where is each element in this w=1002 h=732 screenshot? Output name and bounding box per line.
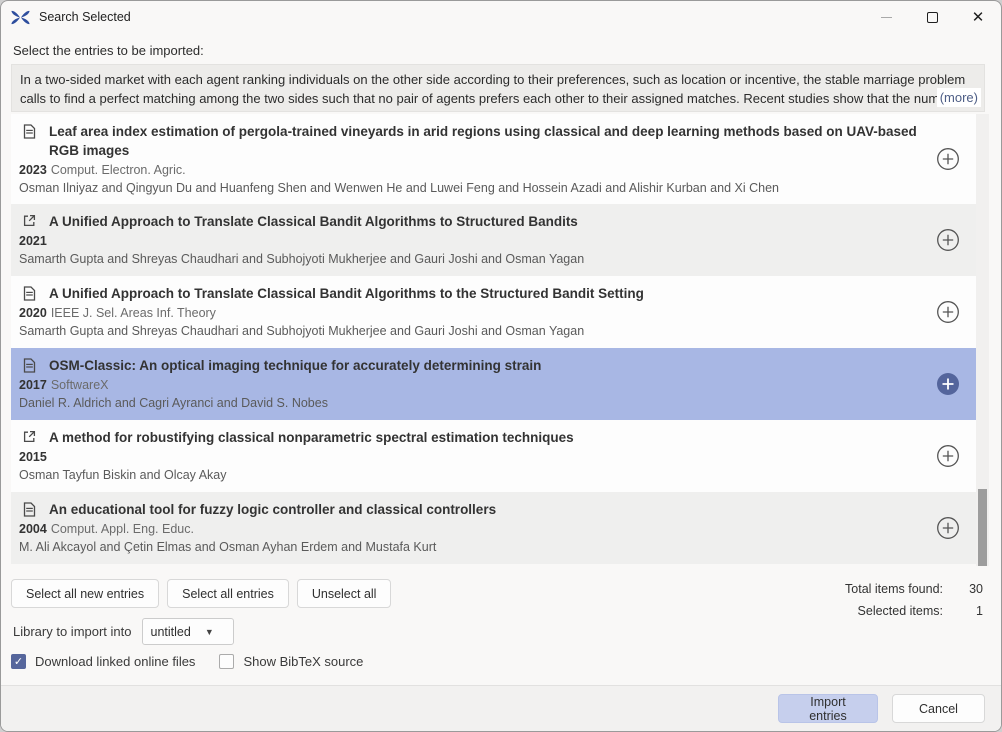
entry-row[interactable]: A Unified Approach to Translate Classica…	[11, 276, 977, 348]
entry-details: OSM-Classic: An optical imaging techniqu…	[11, 356, 935, 412]
entry-journal: Comput. Electron. Agric.	[51, 163, 186, 177]
minimize-icon	[881, 17, 892, 18]
entry-journal: SoftwareX	[51, 378, 109, 392]
entry-title: An educational tool for fuzzy logic cont…	[49, 500, 496, 519]
instruction-label: Select the entries to be imported:	[13, 43, 204, 58]
entry-title: Leaf area index estimation of pergola-tr…	[49, 122, 925, 160]
entry-details: A Unified Approach to Translate Classica…	[11, 212, 935, 268]
entry-journal: Comput. Appl. Eng. Educ.	[51, 522, 194, 536]
entry-row[interactable]: An educational tool for fuzzy logic cont…	[11, 492, 977, 564]
entry-meta: 2017 SoftwareX	[19, 376, 925, 394]
entry-year: 2021	[19, 234, 47, 248]
entry-authors: Samarth Gupta and Shreyas Chaudhari and …	[19, 322, 925, 340]
entry-meta: 2015	[19, 448, 925, 466]
search-selected-dialog: Search Selected ✕ Select the entries to …	[0, 0, 1002, 732]
scrollbar-thumb[interactable]	[978, 489, 987, 566]
show-bibtex-source-option[interactable]: Show BibTeX source	[219, 654, 363, 669]
entry-list: Leaf area index estimation of pergola-tr…	[11, 114, 977, 566]
file-text-icon	[23, 358, 39, 373]
entry-details: An educational tool for fuzzy logic cont…	[11, 500, 935, 556]
entry-details: Leaf area index estimation of pergola-tr…	[11, 122, 935, 197]
maximize-button[interactable]	[909, 1, 955, 33]
result-stats: Total items found: 30 Selected items: 1	[845, 578, 983, 622]
file-text-icon	[23, 286, 39, 301]
abstract-preview: In a two-sided market with each agent ra…	[11, 64, 985, 112]
show-bibtex-source-checkbox[interactable]	[219, 654, 234, 669]
dialog-footer: Import entries Cancel	[1, 685, 1001, 731]
entry-row[interactable]: A method for robustifying classical nonp…	[11, 420, 977, 492]
abstract-text: In a two-sided market with each agent ra…	[20, 72, 972, 112]
entry-authors: Samarth Gupta and Shreyas Chaudhari and …	[19, 250, 925, 268]
cancel-button[interactable]: Cancel	[892, 694, 985, 723]
chevron-down-icon: ▼	[205, 627, 214, 637]
entry-details: A method for robustifying classical nonp…	[11, 428, 935, 484]
file-text-icon	[23, 124, 39, 139]
selected-items-value: 1	[965, 600, 983, 622]
entry-authors: Osman Ilniyaz and Qingyun Du and Huanfen…	[19, 179, 925, 197]
import-entries-button[interactable]: Import entries	[778, 694, 878, 723]
select-all-new-entries-button[interactable]: Select all new entries	[11, 579, 159, 608]
external-link-icon	[23, 214, 39, 227]
entry-year: 2015	[19, 450, 47, 464]
entry-meta: 2004 Comput. Appl. Eng. Educ.	[19, 520, 925, 538]
entry-authors: Daniel R. Aldrich and Cagri Ayranci and …	[19, 394, 925, 412]
entry-meta: 2023 Comput. Electron. Agric.	[19, 161, 925, 179]
entry-year: 2020	[19, 306, 47, 320]
entry-journal: IEEE J. Sel. Areas Inf. Theory	[51, 306, 216, 320]
entry-row[interactable]: OSM-Classic: An optical imaging techniqu…	[11, 348, 977, 420]
entry-meta: 2021	[19, 232, 925, 250]
entry-title: A Unified Approach to Translate Classica…	[49, 284, 644, 303]
title-bar: Search Selected ✕	[1, 1, 1001, 33]
library-selected-value: untitled	[151, 625, 191, 639]
add-entry-button[interactable]	[935, 146, 961, 172]
library-label: Library to import into	[13, 624, 132, 639]
entry-meta: 2020 IEEE J. Sel. Areas Inf. Theory	[19, 304, 925, 322]
remove-entry-button[interactable]	[935, 371, 961, 397]
download-linked-files-option[interactable]: ✓ Download linked online files	[11, 654, 195, 669]
file-text-icon	[23, 502, 39, 517]
close-icon: ✕	[972, 10, 985, 25]
entry-row[interactable]: Leaf area index estimation of pergola-tr…	[11, 114, 977, 204]
unselect-all-button[interactable]: Unselect all	[297, 579, 392, 608]
entry-title: A method for robustifying classical nonp…	[49, 428, 574, 447]
entry-title: OSM-Classic: An optical imaging techniqu…	[49, 356, 541, 375]
add-entry-button[interactable]	[935, 299, 961, 325]
add-entry-button[interactable]	[935, 515, 961, 541]
download-linked-files-label: Download linked online files	[35, 654, 195, 669]
jabref-logo-icon	[11, 9, 31, 25]
total-items-label: Total items found:	[845, 578, 943, 600]
entry-details: A Unified Approach to Translate Classica…	[11, 284, 935, 340]
maximize-icon	[927, 12, 938, 23]
external-link-icon	[23, 430, 39, 443]
download-linked-files-checkbox[interactable]: ✓	[11, 654, 26, 669]
entry-row[interactable]: A Unified Approach to Translate Classica…	[11, 204, 977, 276]
vertical-scrollbar[interactable]	[976, 114, 989, 566]
minimize-button[interactable]	[863, 1, 909, 33]
library-select[interactable]: untitled ▼	[142, 618, 234, 645]
entry-title: A Unified Approach to Translate Classica…	[49, 212, 578, 231]
selected-items-label: Selected items:	[858, 600, 943, 622]
select-all-entries-button[interactable]: Select all entries	[167, 579, 289, 608]
add-entry-button[interactable]	[935, 443, 961, 469]
entry-year: 2023	[19, 163, 47, 177]
entry-year: 2004	[19, 522, 47, 536]
add-entry-button[interactable]	[935, 227, 961, 253]
close-button[interactable]: ✕	[955, 1, 1001, 33]
show-bibtex-source-label: Show BibTeX source	[243, 654, 363, 669]
total-items-value: 30	[965, 578, 983, 600]
entry-authors: M. Ali Akcayol and Çetin Elmas and Osman…	[19, 538, 925, 556]
entry-authors: Osman Tayfun Biskin and Olcay Akay	[19, 466, 925, 484]
entry-year: 2017	[19, 378, 47, 392]
window-title: Search Selected	[39, 10, 131, 24]
more-link[interactable]: (more)	[937, 88, 981, 107]
